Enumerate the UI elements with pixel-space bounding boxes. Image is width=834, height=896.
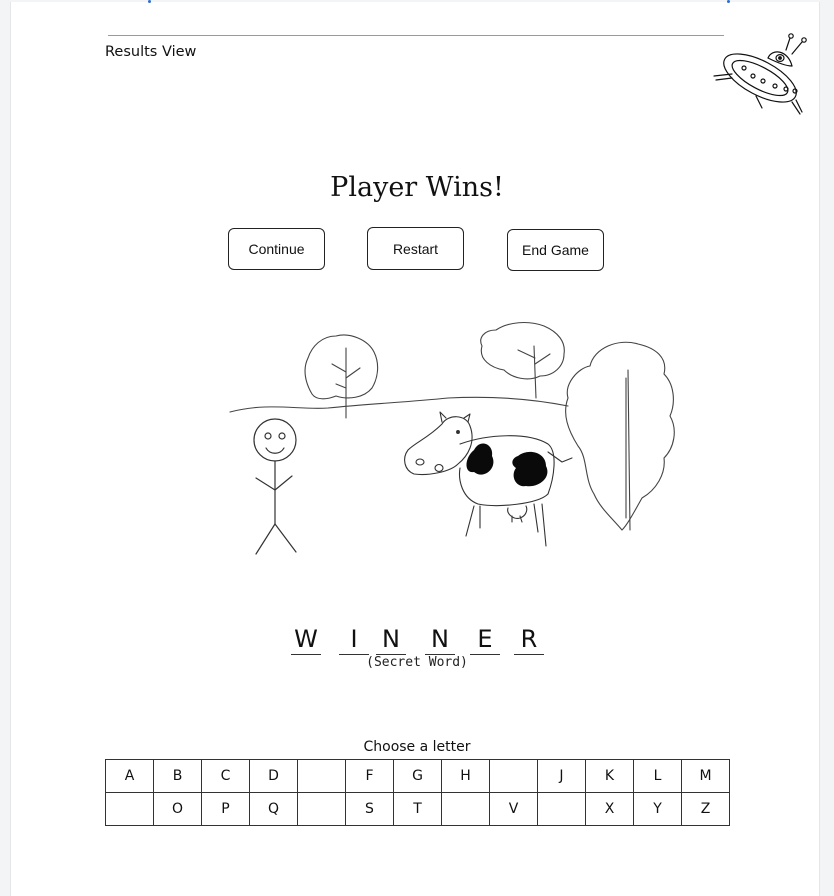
letter-cell[interactable]: J	[537, 759, 586, 793]
letter-cell[interactable]: A	[105, 759, 154, 793]
letter-cell[interactable]: V	[489, 792, 538, 826]
header-divider	[108, 35, 724, 36]
letter-slot: N	[425, 624, 455, 655]
end-game-button[interactable]: End Game	[507, 229, 604, 271]
letter-cell[interactable]: Z	[681, 792, 730, 826]
letter-cell[interactable]: Q	[249, 792, 298, 826]
cow-spots	[466, 443, 548, 487]
letter-cell[interactable]: H	[441, 759, 490, 793]
letter-cell[interactable]: O	[153, 792, 202, 826]
letter-grid: A B C D F G H J K L M O P Q S T V X Y Z	[105, 759, 730, 826]
letter-cell[interactable]	[537, 792, 586, 826]
tree-middle	[480, 321, 565, 399]
tree-left	[304, 334, 379, 419]
result-title: Player Wins!	[330, 172, 504, 203]
letter-cell[interactable]: K	[585, 759, 634, 793]
letter-cell[interactable]: Y	[633, 792, 682, 826]
letter-cell[interactable]: L	[633, 759, 682, 793]
ufo-sketch-icon	[713, 33, 807, 115]
letter-cell[interactable]	[489, 759, 538, 793]
letter-cell[interactable]: F	[345, 759, 394, 793]
stick-figure	[253, 418, 297, 555]
letter-cell[interactable]	[297, 792, 346, 826]
scroll-marker	[148, 0, 151, 3]
letter-cell[interactable]: P	[201, 792, 250, 826]
choose-letter-prompt: Choose a letter	[363, 739, 471, 755]
letter-cell[interactable]	[105, 792, 154, 826]
letter-cell[interactable]: X	[585, 792, 634, 826]
letter-cell[interactable]	[441, 792, 490, 826]
letter-slot: R	[514, 624, 544, 655]
scroll-marker	[727, 0, 730, 3]
letter-slot: E	[470, 624, 500, 655]
letter-cell[interactable]: M	[681, 759, 730, 793]
letter-cell[interactable]: C	[201, 759, 250, 793]
letter-row: A B C D F G H J K L M	[105, 759, 730, 793]
letter-cell[interactable]	[297, 759, 346, 793]
letter-slot: W	[291, 624, 321, 655]
secret-word-label: (Secret Word)	[366, 655, 468, 670]
letter-slot: I	[339, 624, 369, 655]
letter-cell[interactable]: B	[153, 759, 202, 793]
letter-slot: N	[376, 624, 406, 655]
ground-line	[229, 396, 569, 413]
letter-cell[interactable]: D	[249, 759, 298, 793]
tree-right	[565, 341, 675, 531]
letter-row: O P Q S T V X Y Z	[105, 792, 730, 826]
restart-button[interactable]: Restart	[367, 227, 464, 270]
letter-cell[interactable]: S	[345, 792, 394, 826]
letter-cell[interactable]: G	[393, 759, 442, 793]
continue-button[interactable]: Continue	[228, 228, 325, 270]
cow	[404, 411, 573, 547]
letter-cell[interactable]: T	[393, 792, 442, 826]
hangman-scene-illustration	[229, 321, 675, 555]
view-title: Results View	[105, 44, 197, 60]
